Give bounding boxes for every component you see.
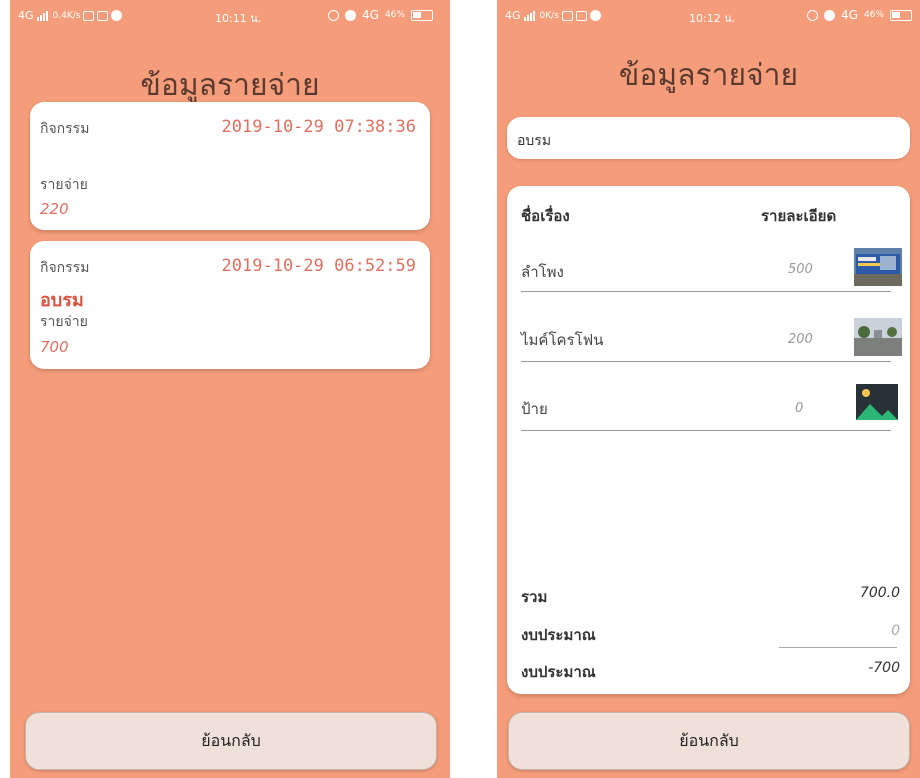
signal-icon <box>523 10 535 21</box>
timestamp: 2019-10-29 06:52:59 <box>221 256 416 276</box>
expense-card[interactable]: กิจกรรม 2019-10-29 07:38:36 รายจ่าย 220 <box>30 102 430 230</box>
expense-label: รายจ่าย <box>40 177 88 193</box>
budget-input[interactable]: 0 <box>891 623 900 639</box>
activity-field-value: อบรม <box>517 133 552 149</box>
road-photo-thumbnail[interactable] <box>854 318 902 356</box>
item-divider <box>521 430 891 431</box>
check-icon <box>589 10 601 21</box>
total-value: 700.0 <box>859 585 900 601</box>
battery-text: 46% <box>863 10 884 20</box>
activity-name: อบรม <box>40 290 84 311</box>
item-price: 200 <box>788 332 813 347</box>
timestamp: 2019-10-29 07:38:36 <box>221 117 416 137</box>
back-button[interactable]: ย้อนกลับ <box>508 712 910 770</box>
clock-text: 10:11 น. <box>215 12 262 25</box>
expense-label: รายจ่าย <box>40 314 88 330</box>
battery-text: 46% <box>384 10 405 20</box>
expense-amount: 700 <box>40 338 69 356</box>
total-label: รวม <box>521 588 548 606</box>
signal-icon <box>36 10 48 21</box>
status-right-group: 4G 46% <box>807 8 912 22</box>
expense-detail-card: ชื่อเรื่อง รายละเอียด ลำโพง 500 ไมค์โครโ… <box>507 186 910 694</box>
left-screen: 4G 0.4K/s 10:11 น. 4G 46% ข้อมูลรายจ่าย … <box>10 0 450 778</box>
network-type: 4G <box>18 9 34 22</box>
expense-card[interactable]: กิจกรรม 2019-10-29 06:52:59 อบรม รายจ่าย… <box>30 241 430 369</box>
item-divider <box>521 361 891 362</box>
speed-text: 0.4K/s <box>52 10 81 21</box>
bag-icon <box>97 10 109 21</box>
bag-icon <box>575 10 587 21</box>
activity-label: กิจกรรม <box>40 260 90 276</box>
budget-input-underline <box>779 647 897 648</box>
battery-icon <box>410 9 433 21</box>
network-indicator: 4G 0.4K/s <box>18 9 123 22</box>
mute-icon <box>328 9 339 21</box>
item-name: ป้าย <box>521 400 548 418</box>
mail-icon <box>83 10 95 21</box>
activity-label: กิจกรรม <box>40 121 90 137</box>
network-indicator: 4G 0K/s <box>505 9 601 22</box>
activity-field[interactable]: อบรม <box>507 117 910 159</box>
placeholder-image-icon[interactable] <box>854 384 902 422</box>
battery-icon <box>889 9 912 21</box>
remaining-budget-label: งบประมาณ <box>521 663 596 681</box>
item-price: 500 <box>788 262 813 277</box>
road-photo-image <box>854 318 902 356</box>
check-icon <box>111 10 123 21</box>
image-placeholder-icon <box>856 384 898 420</box>
network-type: 4G <box>505 9 521 22</box>
back-button[interactable]: ย้อนกลับ <box>25 712 437 770</box>
mute-icon <box>807 9 818 21</box>
speed-text: 0K/s <box>539 10 559 21</box>
item-name: ลำโพง <box>521 263 564 281</box>
header-detail: รายละเอียด <box>761 207 837 225</box>
right-screen: 4G 0K/s 10:12 น. 4G 46% ข้อมูลรายจ่าย อบ… <box>497 0 920 778</box>
item-price: 0 <box>795 401 804 416</box>
network-type-2: 4G <box>841 8 858 22</box>
banner-photo-image <box>854 248 902 286</box>
expense-amount: 220 <box>40 200 69 218</box>
remaining-budget-value: -700 <box>868 660 900 676</box>
status-right-group: 4G 46% <box>328 8 433 22</box>
item-divider <box>521 291 891 292</box>
page-title: ข้อมูลรายจ่าย <box>618 58 799 93</box>
budget-label: งบประมาณ <box>521 626 596 644</box>
status-bar: 4G 0.4K/s 10:11 น. 4G 46% <box>10 0 450 30</box>
network-type-2: 4G <box>362 8 379 22</box>
item-name: ไมค์โครโฟน <box>521 331 604 349</box>
banner-photo-thumbnail[interactable] <box>854 248 902 286</box>
header-name: ชื่อเรื่อง <box>521 207 570 225</box>
mail-icon <box>561 10 573 21</box>
alarm-icon <box>824 9 835 21</box>
alarm-icon <box>345 9 356 21</box>
status-bar: 4G 0K/s 10:12 น. 4G 46% <box>497 0 920 30</box>
clock-text: 10:12 น. <box>689 12 736 25</box>
